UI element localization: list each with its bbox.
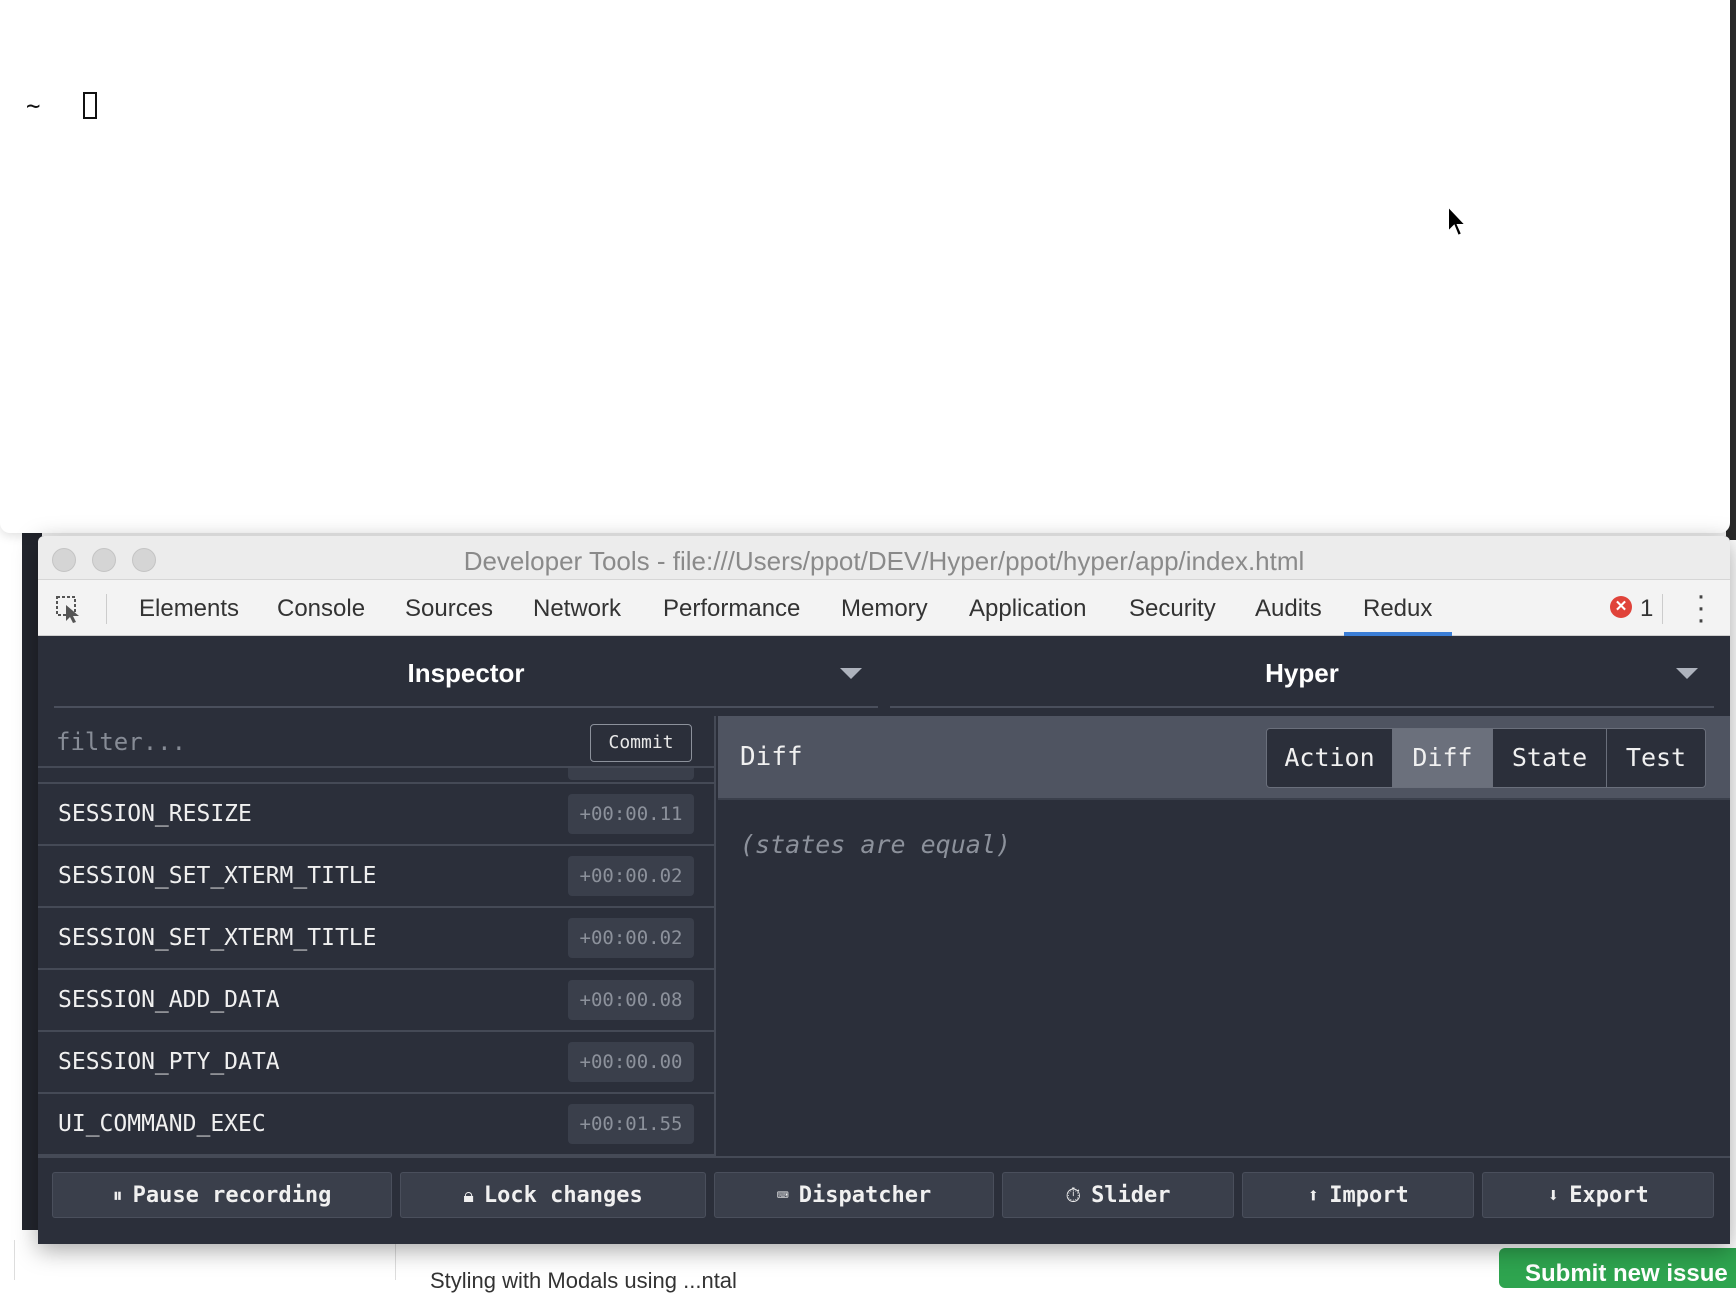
- bottom-toolbar: ⏸ Pause recording 🔒︎ Lock changes ⌨ Disp…: [38, 1156, 1730, 1244]
- action-name: UI_COMMAND_EXEC: [58, 1111, 266, 1137]
- download-icon: ⬇: [1547, 1183, 1560, 1207]
- pause-recording-label: Pause recording: [132, 1182, 332, 1208]
- action-row[interactable]: SESSION_PTY_DATA +00:00.00: [38, 1032, 714, 1094]
- terminal-window[interactable]: ~: [0, 0, 1730, 533]
- pause-recording-button[interactable]: ⏸ Pause recording: [52, 1172, 392, 1218]
- chevron-down-icon: [840, 668, 862, 679]
- tab-console[interactable]: Console: [277, 595, 365, 623]
- page-divider: [395, 1240, 396, 1280]
- error-count[interactable]: 1: [1640, 595, 1653, 623]
- instance-select[interactable]: Hyper: [890, 636, 1714, 708]
- slider-button[interactable]: ⏱ Slider: [1002, 1172, 1234, 1218]
- action-name: SESSION_SET_XTERM_TITLE: [58, 863, 377, 889]
- terminal-prompt: ~: [26, 92, 41, 120]
- action-row[interactable]: SESSION_SET_XTERM_TITLE +00:00.02: [38, 908, 714, 970]
- action-time: +00:00.00: [568, 1042, 694, 1082]
- action-list: SESSION_RESIZE +00:00.11 SESSION_SET_XTE…: [38, 716, 716, 1156]
- action-time: +00:00.11: [568, 794, 694, 834]
- tab-memory[interactable]: Memory: [841, 595, 928, 623]
- devtools-titlebar[interactable]: Developer Tools - file:///Users/ppot/DEV…: [38, 536, 1730, 580]
- export-label: Export: [1569, 1182, 1649, 1208]
- terminal-cursor: [83, 92, 97, 119]
- submit-new-issue-button[interactable]: Submit new issue: [1499, 1248, 1736, 1288]
- action-row[interactable]: UI_COMMAND_EXEC +00:01.55: [38, 1094, 714, 1156]
- inspect-element-icon[interactable]: [54, 594, 84, 624]
- lock-changes-label: Lock changes: [483, 1182, 643, 1208]
- slider-label: Slider: [1091, 1182, 1171, 1208]
- monitor-select-label: Inspector: [407, 658, 525, 688]
- export-button[interactable]: ⬇ Export: [1482, 1172, 1714, 1218]
- detail-tab-state[interactable]: State: [1493, 729, 1607, 787]
- redux-monitor-header: Inspector Hyper: [38, 636, 1730, 716]
- tab-security[interactable]: Security: [1129, 595, 1216, 623]
- upload-icon: ⬆: [1307, 1183, 1320, 1207]
- action-time: +00:00.02: [568, 918, 694, 958]
- pause-icon: ⏸: [112, 1183, 123, 1207]
- action-name: SESSION_ADD_DATA: [58, 987, 280, 1013]
- action-name: SESSION_SET_XTERM_TITLE: [58, 925, 377, 951]
- detail-header: Diff Action Diff State Test: [718, 716, 1730, 800]
- tab-elements[interactable]: Elements: [139, 595, 239, 623]
- monitor-select[interactable]: Inspector: [54, 636, 878, 708]
- action-time: +00:00.02: [568, 856, 694, 896]
- tab-performance[interactable]: Performance: [663, 595, 800, 623]
- diff-message: (states are equal): [740, 830, 1011, 859]
- mouse-pointer-icon: [1447, 204, 1469, 238]
- action-row[interactable]: SESSION_ADD_DATA +00:00.08: [38, 970, 714, 1032]
- tab-network[interactable]: Network: [533, 595, 621, 623]
- keyboard-icon: ⌨: [776, 1183, 789, 1207]
- stopwatch-icon: ⏱: [1065, 1183, 1082, 1207]
- error-icon[interactable]: ✕: [1610, 596, 1632, 618]
- lock-icon: 🔒︎: [463, 1183, 474, 1207]
- dispatcher-button[interactable]: ⌨ Dispatcher: [714, 1172, 994, 1218]
- action-row[interactable]: SESSION_SET_XTERM_TITLE +00:00.02: [38, 846, 714, 908]
- tab-application[interactable]: Application: [969, 595, 1086, 623]
- dispatcher-label: Dispatcher: [798, 1182, 932, 1208]
- detail-tab-action[interactable]: Action: [1267, 729, 1393, 787]
- import-label: Import: [1329, 1182, 1409, 1208]
- detail-pane: Diff Action Diff State Test (states are …: [718, 716, 1730, 1156]
- instance-select-label: Hyper: [1265, 658, 1339, 688]
- action-row-partial[interactable]: [38, 740, 714, 784]
- detail-tab-group: Action Diff State Test: [1266, 728, 1706, 788]
- devtools-tab-bar: Elements Console Sources Network Perform…: [38, 580, 1730, 636]
- filter-row: Commit: [38, 716, 714, 768]
- detail-tab-diff[interactable]: Diff: [1393, 729, 1493, 787]
- chevron-down-icon: [1676, 668, 1698, 679]
- filter-input[interactable]: [56, 726, 536, 758]
- commit-button[interactable]: Commit: [590, 724, 692, 762]
- background-web-page: Styling with Modals using ...ntal Submit…: [14, 1240, 1736, 1293]
- tab-redux[interactable]: Redux: [1363, 595, 1432, 623]
- detail-tab-test[interactable]: Test: [1607, 729, 1705, 787]
- action-time: +00:01.55: [568, 1104, 694, 1144]
- lock-changes-button[interactable]: 🔒︎ Lock changes: [400, 1172, 706, 1218]
- more-options-icon[interactable]: · · ·: [1694, 581, 1708, 635]
- action-time: +00:00.08: [568, 980, 694, 1020]
- action-row[interactable]: SESSION_RESIZE +00:00.11: [38, 784, 714, 846]
- detail-title: Diff: [740, 742, 803, 772]
- import-button[interactable]: ⬆ Import: [1242, 1172, 1474, 1218]
- tab-audits[interactable]: Audits: [1255, 595, 1322, 623]
- action-name: SESSION_RESIZE: [58, 801, 252, 827]
- action-name: SESSION_PTY_DATA: [58, 1049, 280, 1075]
- page-partial-text: Styling with Modals using ...ntal: [430, 1268, 737, 1293]
- tab-separator: [106, 594, 107, 624]
- devtools-window: Developer Tools - file:///Users/ppot/DEV…: [38, 536, 1730, 1244]
- tab-sources[interactable]: Sources: [405, 595, 493, 623]
- window-title: Developer Tools - file:///Users/ppot/DEV…: [463, 546, 1305, 576]
- tab-separator-right: [1662, 594, 1663, 624]
